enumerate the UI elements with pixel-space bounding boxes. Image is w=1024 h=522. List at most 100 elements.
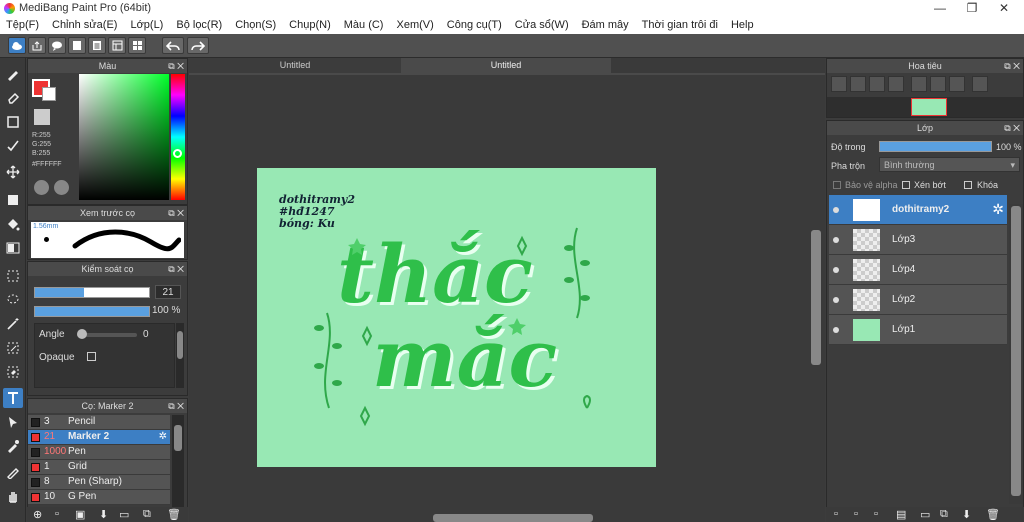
menu-window[interactable]: Cửa sổ(W) [515, 17, 569, 34]
rectangle-tool-icon[interactable] [3, 112, 23, 132]
panel-controls-icon[interactable]: ⧉ ✕ [168, 59, 184, 73]
secondary-color-swatch[interactable] [42, 87, 56, 101]
layer-scrollbar[interactable] [1009, 204, 1023, 504]
brush-tool-icon[interactable] [3, 64, 23, 84]
new-8bit-layer-icon[interactable]: ▫ [874, 508, 878, 520]
brush-item[interactable]: 1 Grid [28, 460, 170, 475]
eyedropper-icon[interactable] [3, 436, 23, 456]
layer-row[interactable]: Lớp3 [829, 225, 1007, 255]
zoom-fit-icon[interactable] [831, 76, 847, 92]
document-icon[interactable] [88, 37, 106, 54]
menu-file[interactable]: Tệp(F) [6, 17, 39, 34]
folder-icon[interactable]: ▭ [119, 508, 129, 521]
menu-timelapse[interactable]: Thời gian trôi đi [642, 17, 718, 34]
text-tool-icon[interactable] [3, 388, 23, 408]
menu-filter[interactable]: Bộ lọc(R) [176, 17, 222, 34]
visibility-icon[interactable] [833, 207, 839, 213]
layer-row[interactable]: Lớp2 [829, 285, 1007, 315]
visibility-icon[interactable] [833, 327, 839, 333]
page-icon[interactable]: ▫ [55, 508, 59, 520]
brush-size-value[interactable]: 21 [155, 285, 181, 299]
layer-row[interactable]: Lớp4 [829, 255, 1007, 285]
operation-tool-icon[interactable] [3, 412, 23, 432]
menu-select[interactable]: Chọn(S) [235, 17, 276, 34]
eraser-tool-icon[interactable] [3, 88, 23, 108]
select-pen-icon[interactable] [3, 136, 23, 156]
share-icon[interactable] [28, 37, 46, 54]
canvas-horizontal-scroll-thumb[interactable] [433, 514, 593, 522]
select-rect-icon[interactable] [3, 266, 23, 286]
flip-icon[interactable] [972, 76, 988, 92]
palette-icon[interactable] [34, 180, 49, 195]
add-brush-icon[interactable]: ⊕ [33, 508, 42, 521]
menu-layer[interactable]: Lớp(L) [130, 17, 163, 34]
cloud-icon[interactable] [8, 37, 26, 54]
brush-opacity-slider[interactable] [34, 306, 150, 317]
panel-controls-icon[interactable]: ⧉ ✕ [168, 206, 184, 220]
brush-list-scrollbar[interactable] [172, 415, 184, 509]
page-icon[interactable] [68, 37, 86, 54]
gear-icon[interactable]: ✲ [992, 201, 1004, 218]
canvas-vertical-scrollbar[interactable] [809, 76, 823, 516]
brush-item[interactable]: 3 Pencil [28, 415, 170, 430]
comment-icon[interactable] [48, 37, 66, 54]
hue-slider[interactable] [171, 74, 185, 200]
zoom-in-icon[interactable] [850, 76, 866, 92]
visibility-icon[interactable] [833, 297, 839, 303]
menu-edit[interactable]: Chỉnh sửa(E) [52, 17, 117, 34]
panel-controls-icon[interactable]: ⧉ ✕ [168, 262, 184, 276]
brush-size-slider[interactable] [34, 287, 150, 298]
trash-icon[interactable]: 🗑 [986, 508, 1000, 521]
layer-opacity-slider[interactable] [879, 141, 992, 152]
blend-mode-select[interactable]: Bình thường ▾ [879, 157, 1020, 172]
select-eraser-icon[interactable] [3, 362, 23, 382]
panel-controls-icon[interactable]: ⧉ ✕ [168, 399, 184, 413]
move-tool-icon[interactable] [3, 162, 23, 182]
opaque-checkbox[interactable] [87, 352, 96, 361]
bucket-tool-icon[interactable] [3, 214, 23, 234]
angle-handle[interactable] [77, 329, 87, 339]
transparent-color-swatch[interactable] [34, 109, 50, 125]
magic-wand-icon[interactable] [3, 314, 23, 334]
brush-item[interactable]: 10 G Pen [28, 490, 170, 505]
rotate-right-icon[interactable] [949, 76, 965, 92]
gradient-tool-icon[interactable] [3, 238, 23, 258]
hand-tool-icon[interactable] [3, 486, 23, 506]
brush-item[interactable]: 1000 Pen [28, 445, 170, 460]
folder-icon[interactable]: ▭ [920, 508, 930, 521]
new-layer-icon[interactable]: ▫ [834, 508, 838, 520]
fill-rect-icon[interactable] [3, 190, 23, 210]
fit-window-icon[interactable] [869, 76, 885, 92]
reset-view-icon[interactable] [930, 76, 946, 92]
panel-layout-icon[interactable] [108, 37, 126, 54]
visibility-icon[interactable] [833, 237, 839, 243]
rotate-left-icon[interactable] [911, 76, 927, 92]
brush-download-icon[interactable]: ⬇ [99, 508, 108, 521]
new-halftone-layer-icon[interactable]: ▫ [854, 508, 858, 520]
grid-view-icon[interactable] [128, 37, 146, 54]
menu-help[interactable]: Help [731, 17, 754, 34]
gear-icon[interactable]: ✲ [159, 430, 167, 444]
menu-tools[interactable]: Công cụ(T) [447, 17, 502, 34]
redo-icon[interactable] [187, 37, 209, 54]
panel-controls-icon[interactable]: ⧉ ✕ [1004, 59, 1020, 73]
layer-menu-icon[interactable]: ▤ [896, 508, 906, 521]
menu-color[interactable]: Màu (C) [344, 17, 384, 34]
artwork-canvas[interactable]: dothitramy2 #hđ1247 bóng: Ku thắc mắc [257, 168, 656, 467]
clip-checkbox[interactable] [902, 181, 910, 189]
tab-untitled-2[interactable]: Untitled [401, 58, 611, 73]
select-pen-tool-icon[interactable] [3, 338, 23, 358]
panel-controls-icon[interactable]: ⧉ ✕ [1004, 121, 1020, 135]
lasso-tool-icon[interactable] [3, 290, 23, 310]
trash-icon[interactable]: 🗑 [167, 508, 181, 521]
palette-settings-icon[interactable] [54, 180, 69, 195]
undo-icon[interactable] [162, 37, 184, 54]
close-button[interactable]: ✕ [988, 0, 1020, 17]
visibility-icon[interactable] [833, 267, 839, 273]
navigator-thumbnail[interactable] [911, 98, 947, 116]
lock-checkbox[interactable] [964, 181, 972, 189]
pen-tool-icon[interactable] [3, 462, 23, 482]
brush-item-selected[interactable]: 21 Marker 2 ✲ [28, 430, 170, 445]
copy-icon[interactable]: ⧉ [143, 508, 151, 521]
layer-row-selected[interactable]: dothitramy2 ✲ [829, 195, 1007, 225]
